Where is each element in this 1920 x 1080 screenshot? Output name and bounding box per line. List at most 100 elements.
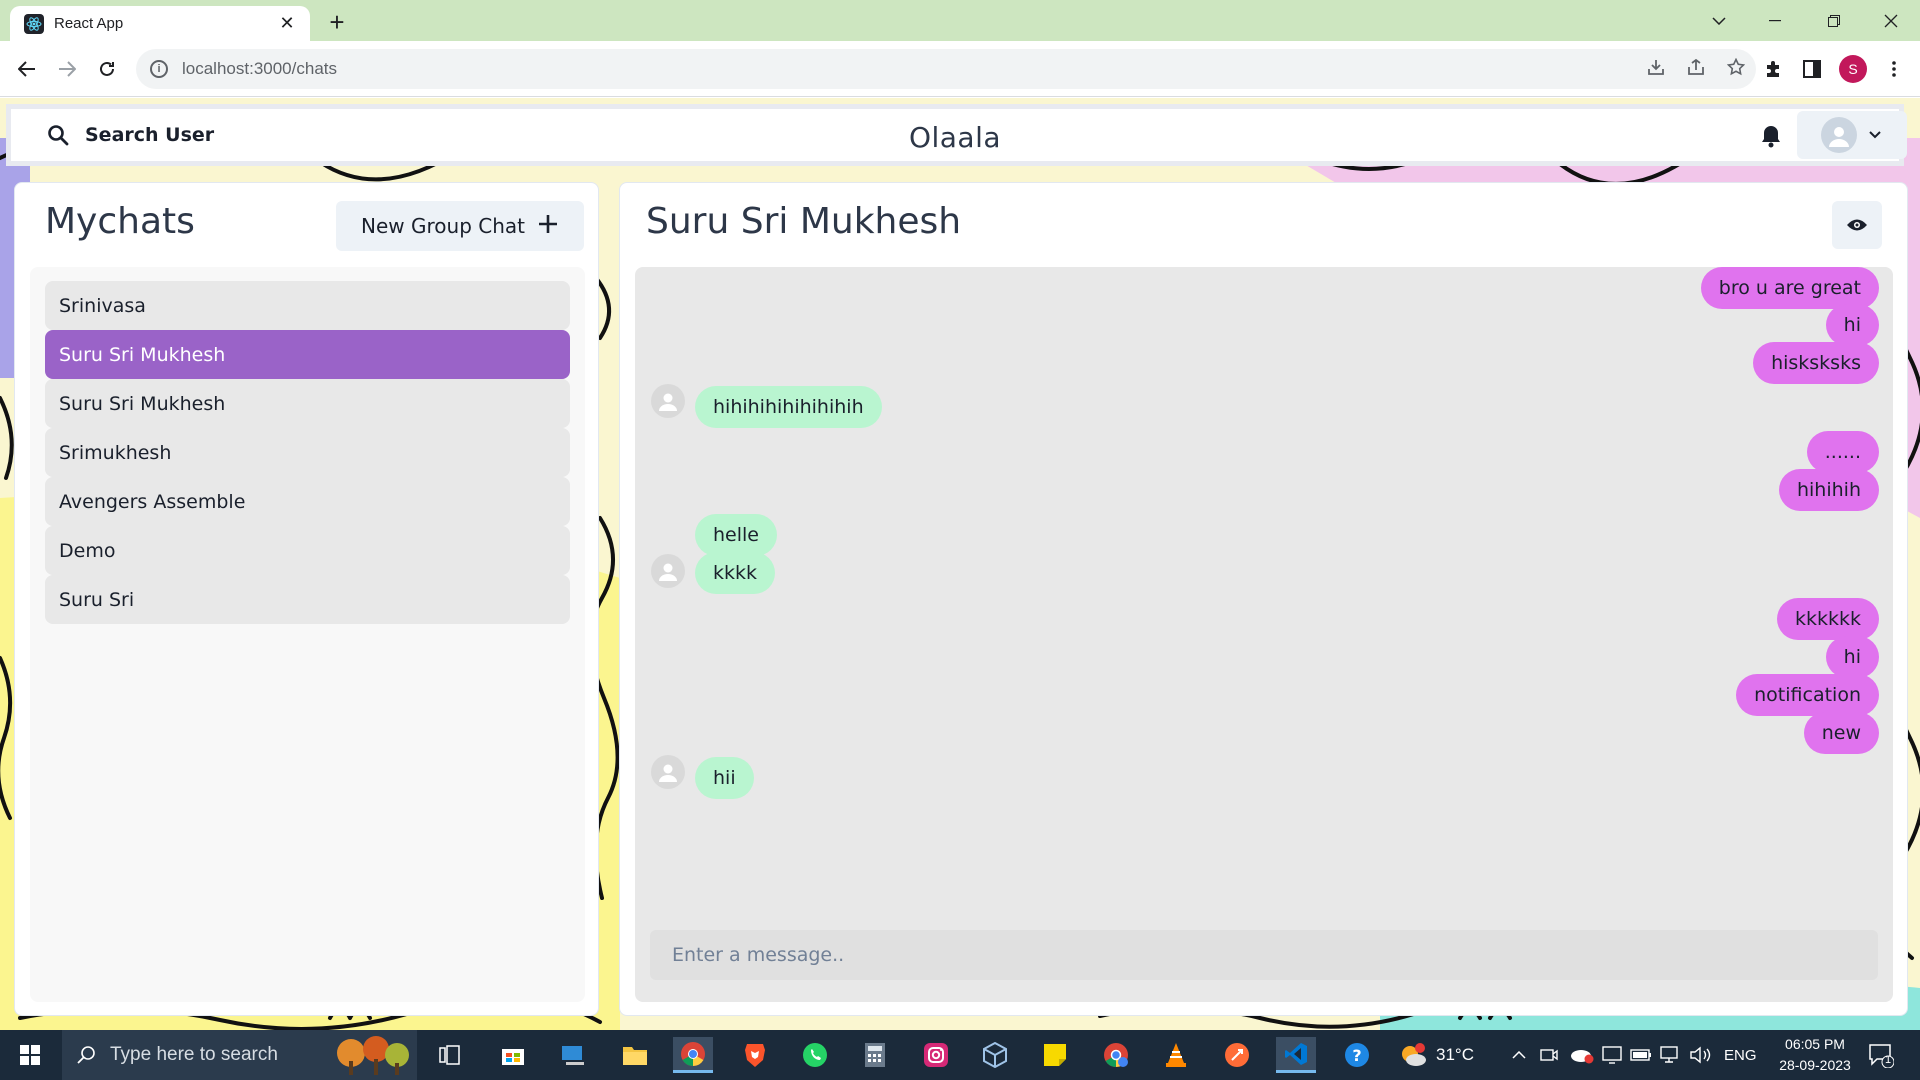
restore-button[interactable] [1811,0,1857,41]
weather-sun-icon [1402,1043,1426,1066]
chat-list: Srinivasa Suru Sri Mukhesh Suru Sri Mukh… [30,267,585,1002]
view-profile-eye-icon[interactable] [1832,201,1882,249]
user-avatar-icon [1821,117,1857,153]
search-user-label: Search User [85,124,215,146]
browser-toolbar: i localhost:3000/chats S [0,41,1920,97]
search-icon [48,125,69,146]
received-message: helle [695,514,777,556]
share-icon[interactable] [1676,58,1716,81]
chrome-profile-icon[interactable] [1096,1037,1136,1073]
my-chats-panel: Mychats New Group Chat Srinivasa Suru Sr… [14,182,599,1016]
address-bar[interactable]: i localhost:3000/chats [136,49,1756,89]
browser-tab[interactable]: React App ✕ [10,6,310,41]
sent-message: bro u are great [1700,267,1879,309]
autumn-trees-icon [337,1036,409,1075]
forward-arrow-icon[interactable] [51,53,83,85]
new-tab-button[interactable]: + [322,7,352,37]
browser-menu-kebab-icon[interactable] [1878,53,1910,85]
bookmark-star-icon[interactable] [1716,57,1756,81]
clock-time: 06:05 PM [1785,1036,1845,1052]
chevron-down-icon [1869,128,1881,142]
sent-message: hihihih [1778,469,1879,511]
tab-close-icon[interactable]: ✕ [276,13,298,34]
weather-temperature: 31°C [1436,1045,1474,1064]
chat-list-item[interactable]: Suru Sri Mukhesh [45,379,570,428]
file-explorer-icon[interactable] [615,1037,655,1073]
message-area[interactable]: bro u are great hi hisksksks hihihihihih… [635,267,1893,1002]
sticky-notes-icon[interactable] [1035,1037,1075,1073]
chat-title: Suru Sri Mukhesh [646,201,962,242]
instagram-icon[interactable] [916,1037,956,1073]
desktop-manager-icon[interactable] [553,1037,593,1073]
battery-icon[interactable] [1630,1030,1652,1080]
extensions-puzzle-icon[interactable] [1757,53,1789,85]
network-icon[interactable] [1660,1030,1682,1080]
sent-message: notification [1736,674,1879,716]
reload-icon[interactable] [91,53,123,85]
close-window-button[interactable] [1868,0,1914,41]
react-logo-icon [24,13,44,34]
chat-window: Suru Sri Mukhesh bro u are great hi hisk… [619,182,1908,1016]
my-chats-title: Mychats [45,201,195,242]
tab-search-chevron-icon[interactable] [1696,0,1742,41]
sent-message: new [1803,712,1879,754]
browser-profile-avatar[interactable]: S [1839,55,1867,83]
tab-title: React App [54,15,124,32]
chat-list-item[interactable]: Srinivasa [45,281,570,330]
side-panel-icon[interactable] [1796,53,1828,85]
sent-message: hisksksks [1753,342,1879,384]
profile-menu-button[interactable] [1797,111,1907,159]
brave-icon[interactable] [735,1037,775,1073]
app-header: Search User Olaala [6,104,1907,166]
taskbar-clock[interactable]: 06:05 PM 28-09-2023 [1760,1034,1870,1076]
virtualbox-icon[interactable] [975,1037,1015,1073]
volume-icon[interactable] [1690,1030,1712,1080]
task-view-icon[interactable] [430,1037,470,1073]
weather-widget[interactable]: 31°C [1398,1030,1474,1080]
meet-now-icon[interactable] [1540,1030,1558,1080]
show-hidden-icons-chevron-icon[interactable] [1512,1030,1526,1080]
chat-list-item[interactable]: Avengers Assemble [45,477,570,526]
postman-icon[interactable] [1217,1037,1257,1073]
sent-message: ...... [1806,431,1879,473]
taskbar-search-placeholder: Type here to search [110,1044,278,1065]
plus-icon [537,211,559,241]
svg-text:?: ? [1352,1046,1361,1065]
vscode-icon[interactable] [1276,1037,1316,1073]
chat-list-item[interactable]: Srimukhesh [45,428,570,477]
display-icon[interactable] [1602,1030,1622,1080]
search-user-button[interactable]: Search User [37,115,224,155]
back-arrow-icon[interactable] [11,53,43,85]
whatsapp-icon[interactable] [795,1037,835,1073]
sender-avatar-icon[interactable] [651,384,685,418]
new-group-chat-button[interactable]: New Group Chat [336,201,584,251]
sender-avatar-icon[interactable] [651,554,685,588]
onedrive-error-icon[interactable] [1570,1030,1594,1080]
minimize-button[interactable] [1752,0,1798,41]
notification-center-icon[interactable]: 1 [1868,1042,1898,1070]
received-message: kkkk [695,552,776,594]
chat-list-item-selected[interactable]: Suru Sri Mukhesh [45,330,570,379]
sent-message: hi [1825,636,1879,678]
browser-tab-strip: React App ✕ + [0,0,1920,41]
chat-list-item[interactable]: Demo [45,526,570,575]
received-message: hihihihihihihihih [695,386,882,428]
help-icon[interactable]: ? [1337,1037,1377,1073]
calculator-icon[interactable] [855,1037,895,1073]
install-app-icon[interactable] [1636,58,1676,81]
chat-list-item[interactable]: Suru Sri [45,575,570,624]
taskbar-search-box[interactable]: Type here to search [62,1030,417,1080]
sent-message: kkkkkk [1776,598,1879,640]
site-info-icon[interactable]: i [150,60,168,78]
url-text: localhost:3000/chats [182,59,337,78]
windows-start-icon[interactable] [10,1040,50,1070]
message-input[interactable] [650,930,1878,980]
microsoft-store-icon[interactable] [493,1037,533,1073]
chrome-icon[interactable] [673,1037,713,1073]
clock-date: 28-09-2023 [1779,1057,1851,1073]
bell-icon[interactable] [1756,121,1786,151]
input-language[interactable]: ENG [1724,1030,1757,1080]
sent-message: hi [1825,304,1879,346]
sender-avatar-icon[interactable] [651,755,685,789]
vlc-icon[interactable] [1156,1037,1196,1073]
